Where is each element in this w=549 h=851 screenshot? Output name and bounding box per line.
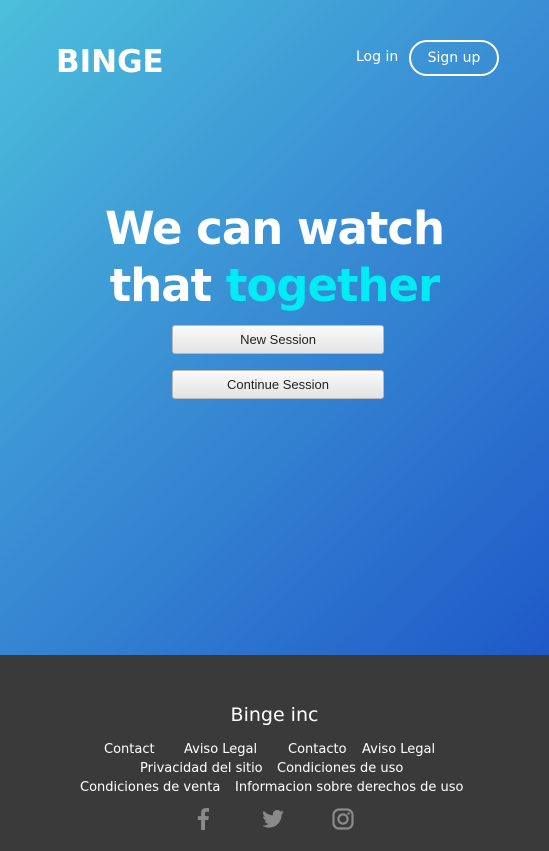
headline-prefix: that [109,259,226,312]
hero-section: BINGE Log in Sign up We can watch that t… [0,0,549,655]
footer-title: Binge inc [230,704,319,726]
headline-line-2: that together [0,257,549,314]
footer: Binge inc Contact Aviso Legal Contacto A… [0,655,549,851]
footer-link-privacidad[interactable]: Privacidad del sitio [140,761,263,776]
footer-link-aviso-legal-2[interactable]: Aviso Legal [362,742,435,757]
footer-link-condiciones-uso[interactable]: Condiciones de uso [277,761,403,776]
headline-accent: together [225,259,440,312]
facebook-icon[interactable] [191,807,215,831]
signup-button[interactable]: Sign up [409,40,499,76]
continue-session-button[interactable]: Continue Session [172,370,384,399]
instagram-icon[interactable] [331,807,355,831]
footer-link-aviso-legal[interactable]: Aviso Legal [184,742,257,757]
binge-logo[interactable]: BINGE [56,44,164,80]
footer-link-contacto[interactable]: Contacto [288,742,347,757]
footer-link-contact[interactable]: Contact [104,742,155,757]
login-link[interactable]: Log in [356,49,398,65]
footer-link-informacion-derechos[interactable]: Informacion sobre derechos de uso [235,780,464,795]
twitter-icon[interactable] [261,807,285,831]
hero-headline: We can watch that together [0,200,549,314]
footer-link-condiciones-venta[interactable]: Condiciones de venta [80,780,220,795]
new-session-button[interactable]: New Session [172,325,384,354]
headline-line-1: We can watch [104,202,445,255]
